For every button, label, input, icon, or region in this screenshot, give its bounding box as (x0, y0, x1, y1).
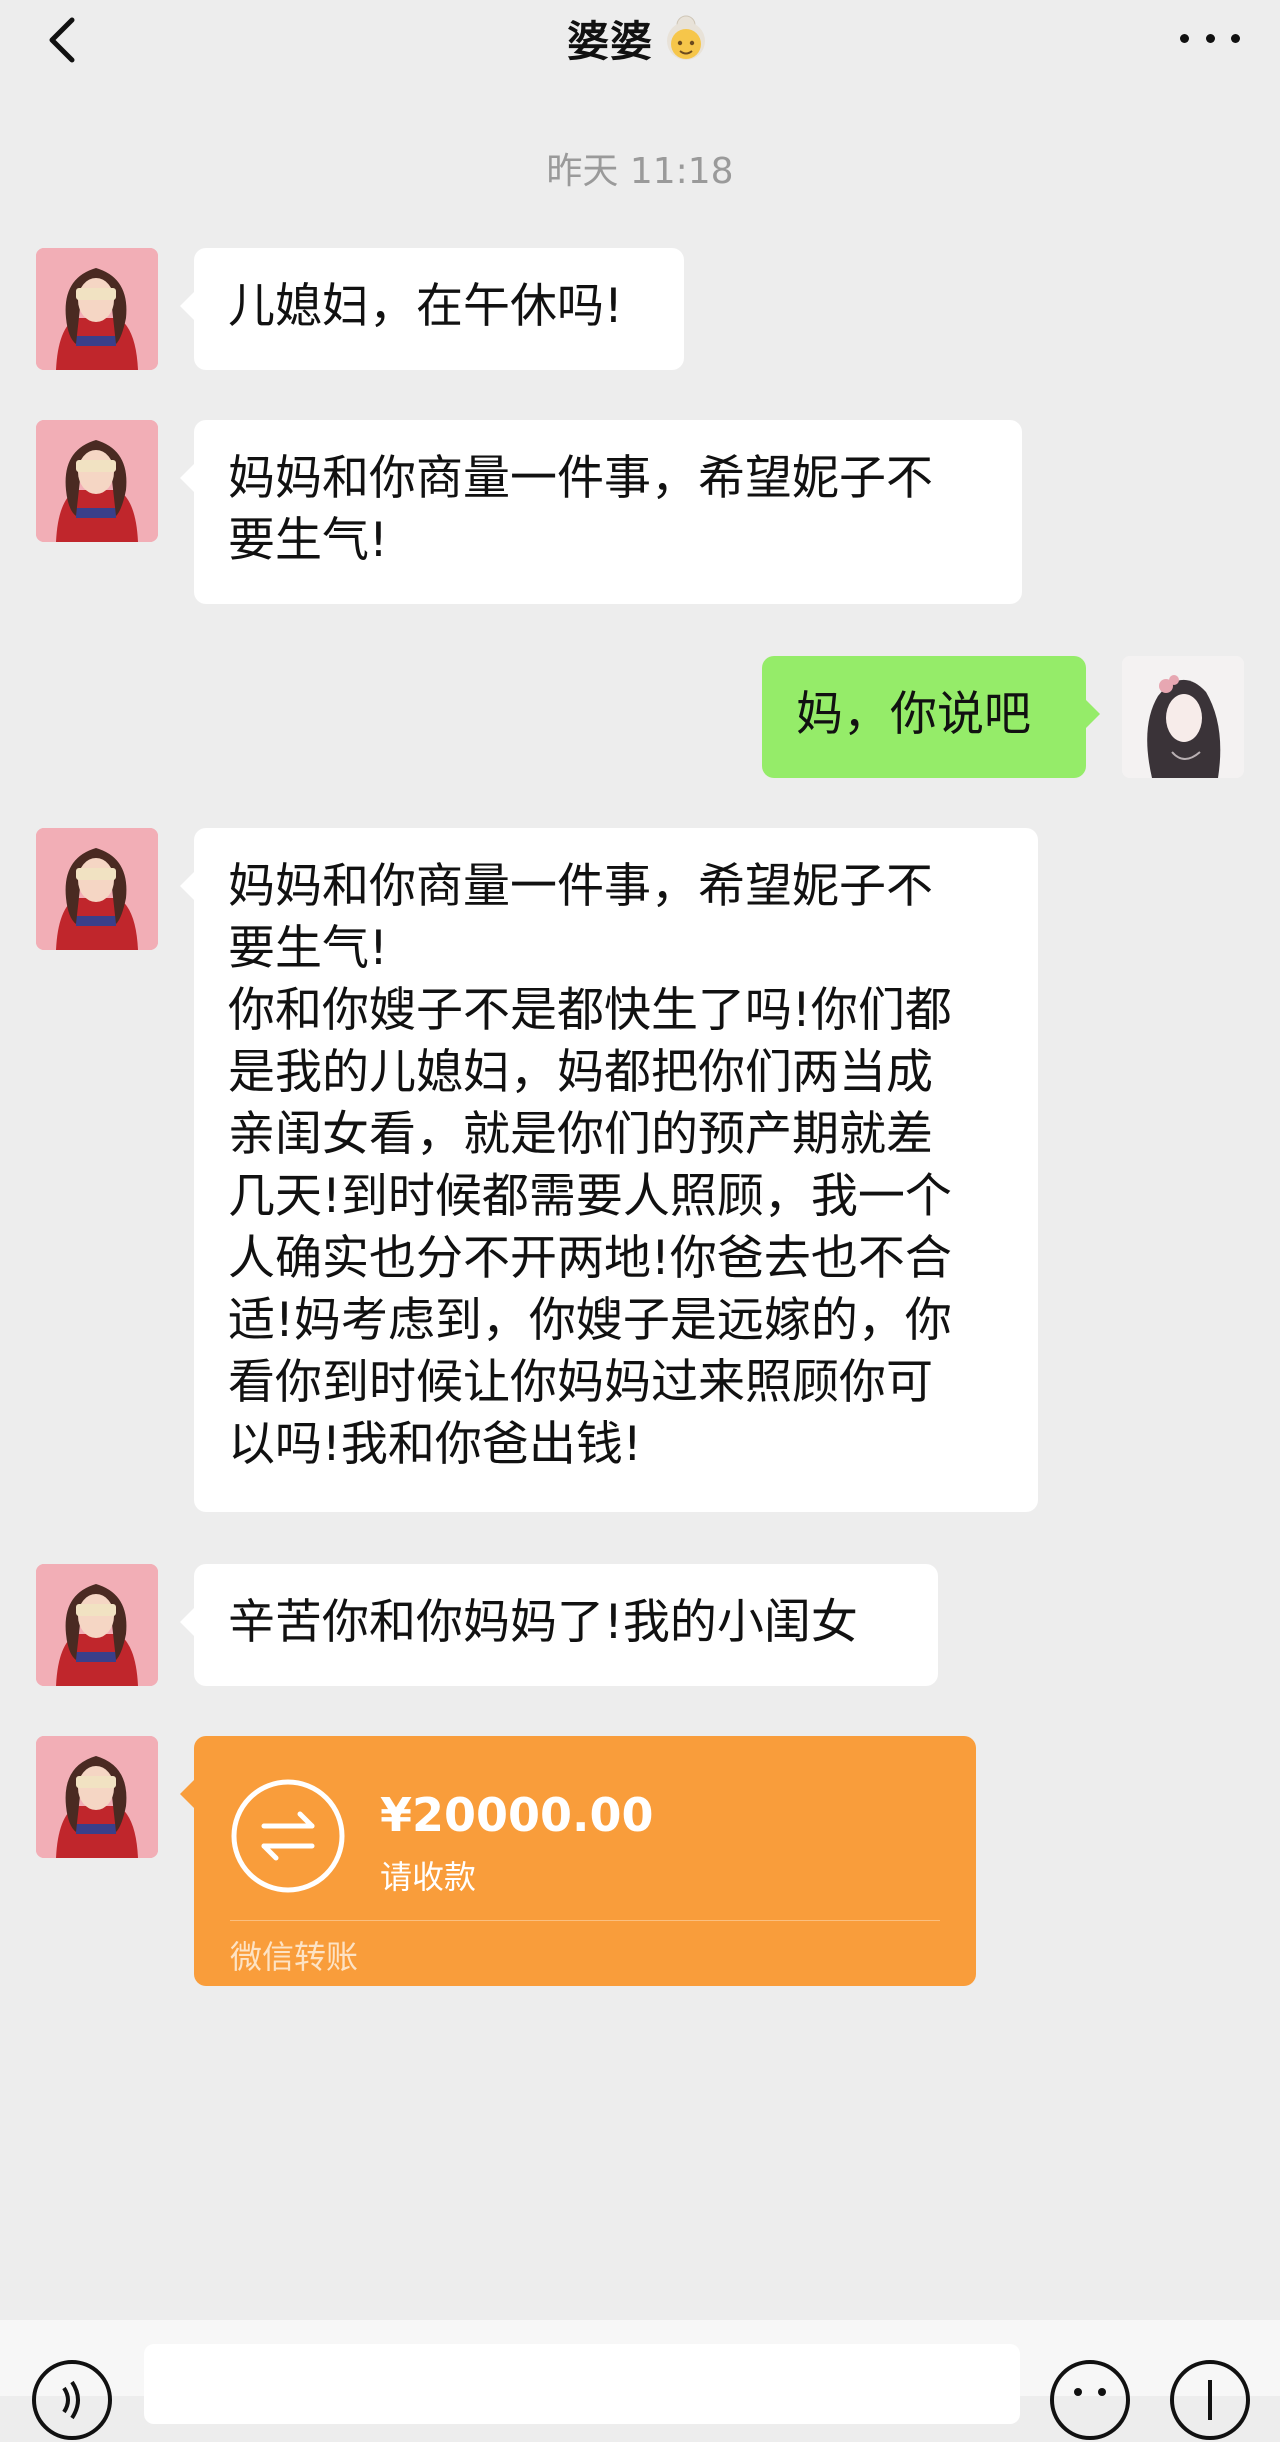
message-timestamp: 昨天 11:18 (546, 151, 734, 192)
transfer-amount: ¥20000.00 (380, 1788, 654, 1842)
voice-icon[interactable] (30, 2358, 114, 2442)
message-bubble-incoming[interactable]: 辛苦你和你妈妈了!我的小闺女 (180, 1564, 938, 1686)
message-bubble-incoming[interactable]: 儿媳妇，在午休吗! (180, 248, 684, 370)
chat-input-bar (0, 2320, 1280, 2440)
contact-avatar-image (36, 1564, 158, 1686)
my-avatar-image (1122, 656, 1244, 778)
ellipsis-dot (1231, 33, 1240, 43)
contact-avatar-image (36, 420, 158, 542)
contact-avatar-image (36, 828, 158, 950)
transfer-label: 微信转账 (230, 1938, 359, 1976)
contact-avatar[interactable] (36, 828, 158, 950)
transfer-status: 请收款 (380, 1858, 477, 1896)
wechat-transfer-card[interactable]: ¥20000.00 请收款 微信转账 (180, 1736, 976, 1986)
chat-title-wrap: 婆婆 (0, 6, 1280, 70)
ellipsis-dot (1180, 33, 1189, 43)
chat-header: 婆婆 (0, 0, 1280, 80)
message-bubble-outgoing[interactable]: 妈，你说吧 (762, 656, 1100, 778)
transfer-divider (230, 1920, 940, 1921)
contact-avatar[interactable] (36, 1736, 158, 1858)
contact-avatar[interactable] (36, 248, 158, 370)
smiley-icon[interactable] (1048, 2358, 1132, 2442)
more-options-button[interactable] (1180, 18, 1240, 58)
message-input[interactable] (144, 2344, 1020, 2424)
my-avatar[interactable] (1122, 656, 1244, 778)
message-bubble-incoming[interactable]: 妈妈和你商量一件事，希望妮子不 要生气! (180, 420, 1022, 604)
contact-avatar[interactable] (36, 1564, 158, 1686)
transfer-arrows-icon (231, 1779, 345, 1893)
chat-title: 婆婆 (566, 16, 653, 66)
contact-avatar-image (36, 248, 158, 370)
older-woman-emoji-icon (667, 15, 705, 60)
plus-circle-icon[interactable] (1168, 2358, 1252, 2442)
ellipsis-dot (1205, 33, 1215, 43)
contact-avatar[interactable] (36, 420, 158, 542)
message-bubble-incoming[interactable]: 妈妈和你商量一件事，希望妮子不 要生气! 你和你嫂子不是都快生了吗!你们都 是我… (180, 828, 1038, 1512)
contact-avatar-image (36, 1736, 158, 1858)
